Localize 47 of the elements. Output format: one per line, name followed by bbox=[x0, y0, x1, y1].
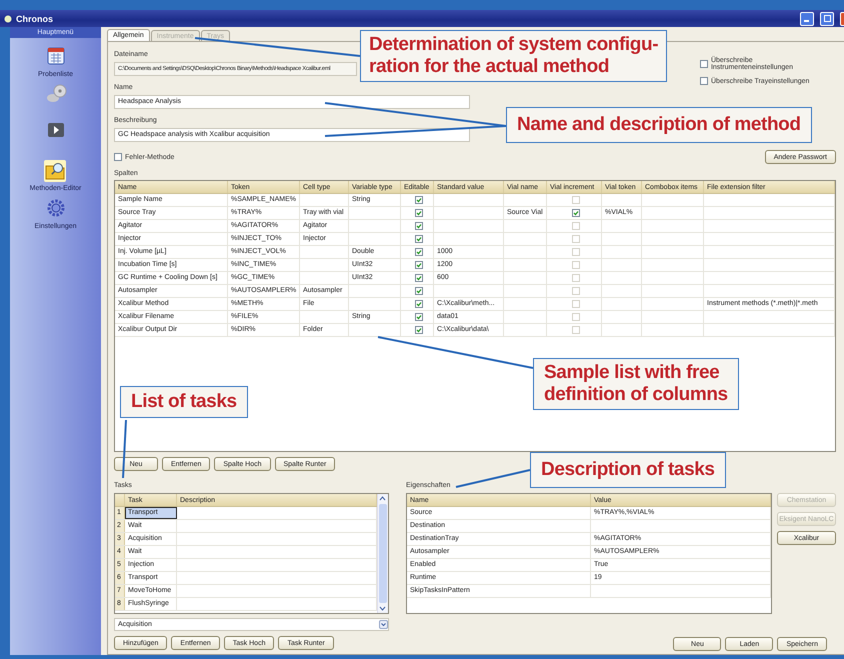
checkbox[interactable] bbox=[414, 313, 422, 321]
check-icon bbox=[416, 223, 422, 229]
checkbox[interactable] bbox=[414, 287, 422, 295]
callout: Sample list with free definition of columns bbox=[533, 358, 739, 410]
check-icon bbox=[416, 210, 422, 216]
window-title: Chronos bbox=[16, 14, 54, 24]
app-icon bbox=[4, 14, 12, 22]
check-icon bbox=[416, 314, 422, 320]
scroll-up-icon[interactable] bbox=[378, 494, 387, 503]
scrollbar[interactable] bbox=[377, 494, 388, 613]
checkbox[interactable] bbox=[414, 248, 422, 256]
checkbox[interactable] bbox=[414, 300, 422, 308]
dropdown-arrow-icon bbox=[379, 620, 388, 629]
maximize-icon bbox=[824, 15, 830, 22]
checkbox[interactable] bbox=[700, 60, 708, 68]
check-icon bbox=[572, 210, 578, 216]
callout: Determination of system configu- ration for the actual method bbox=[360, 30, 668, 82]
gear-icon bbox=[46, 198, 66, 218]
callout: Name and description of method bbox=[506, 107, 812, 143]
checkbox[interactable] bbox=[414, 235, 422, 243]
check-icon bbox=[416, 301, 422, 307]
maximize-button[interactable] bbox=[820, 12, 834, 26]
scroll-down-icon[interactable] bbox=[378, 604, 387, 613]
check-icon bbox=[416, 288, 422, 294]
check-icon bbox=[416, 327, 422, 333]
checkbox[interactable] bbox=[414, 326, 422, 334]
checkbox[interactable] bbox=[414, 261, 422, 269]
checkbox[interactable] bbox=[414, 222, 422, 230]
checkbox[interactable] bbox=[414, 209, 422, 217]
folder-search-icon bbox=[44, 160, 66, 182]
check-icon bbox=[416, 197, 422, 203]
callout: Description of tasks bbox=[530, 452, 726, 488]
callout: List of tasks bbox=[120, 386, 248, 418]
checkbox[interactable] bbox=[414, 274, 422, 282]
checkbox[interactable] bbox=[572, 209, 580, 217]
checkbox[interactable] bbox=[700, 77, 708, 85]
disc-icon bbox=[44, 84, 66, 104]
checkbox[interactable] bbox=[414, 196, 422, 204]
check-icon bbox=[416, 249, 422, 255]
checkbox[interactable] bbox=[114, 153, 122, 161]
check-icon bbox=[416, 236, 422, 242]
calendar-icon bbox=[46, 46, 66, 66]
check-icon bbox=[416, 262, 422, 268]
check-icon bbox=[416, 275, 422, 281]
leader-line bbox=[122, 420, 127, 478]
play-icon bbox=[46, 122, 64, 138]
minimize-button[interactable] bbox=[800, 12, 814, 26]
